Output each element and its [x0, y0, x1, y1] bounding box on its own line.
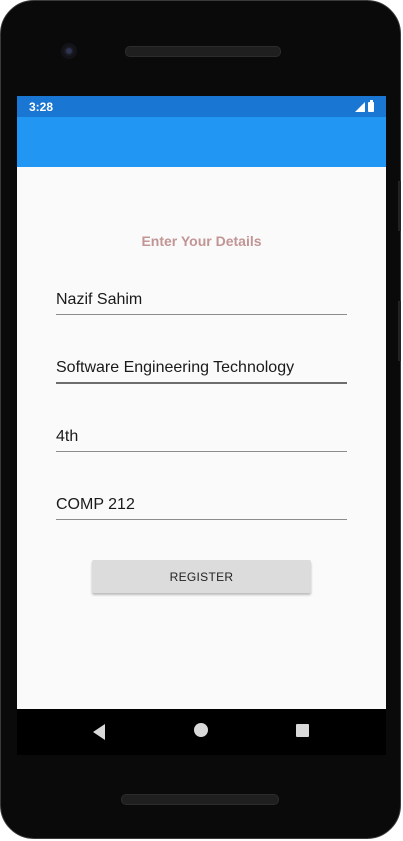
front-camera	[61, 43, 77, 59]
name-field[interactable]: Nazif Sahim	[56, 286, 347, 315]
power-button	[398, 301, 401, 361]
semester-field[interactable]: 4th	[56, 423, 347, 452]
bottom-speaker	[121, 794, 279, 805]
signal-icon	[355, 101, 365, 112]
register-button[interactable]: REGISTER	[92, 560, 311, 593]
home-icon[interactable]	[194, 723, 208, 737]
course-field[interactable]: COMP 212	[56, 491, 347, 520]
volume-button	[398, 181, 401, 231]
top-speaker	[125, 46, 281, 57]
status-icons	[355, 99, 374, 112]
back-icon[interactable]	[93, 724, 105, 740]
status-bar: 3:28	[17, 96, 386, 117]
navigation-bar	[17, 709, 386, 755]
recents-icon[interactable]	[296, 724, 309, 737]
app-bar	[17, 117, 386, 167]
form-heading: Enter Your Details	[141, 233, 262, 249]
program-field[interactable]: Software Engineering Technology	[56, 354, 347, 384]
status-time: 3:28	[29, 99, 54, 114]
phone-frame: 3:28 Enter Your Details Nazif Sahim Soft…	[0, 0, 401, 839]
app-screen: 3:28 Enter Your Details Nazif Sahim Soft…	[17, 96, 386, 709]
battery-icon	[368, 99, 374, 112]
